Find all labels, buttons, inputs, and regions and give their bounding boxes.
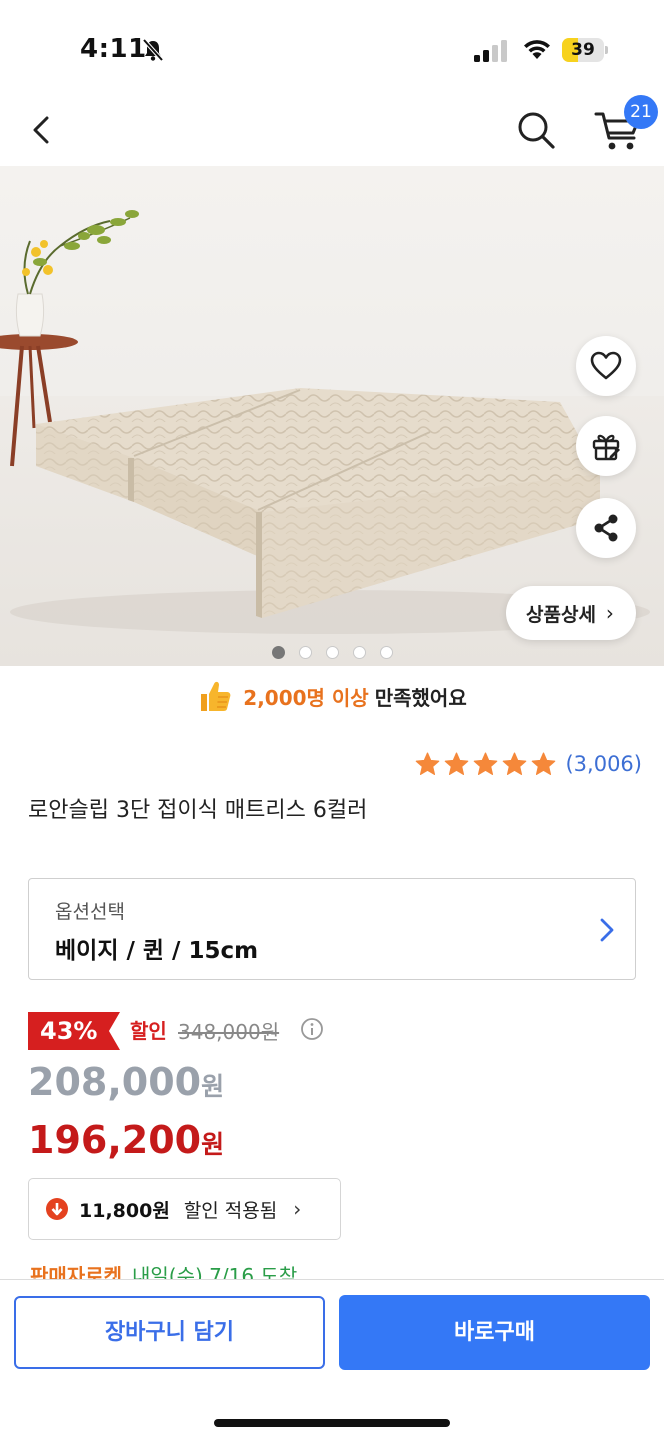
product-image-carousel[interactable]: 상품상세 › [0,166,664,666]
coupon-discount-button[interactable]: 11,800원 할인 적용됨 › [28,1178,341,1240]
option-label: 옵션선택 [55,901,125,923]
product-detail-label: 상품상세 [526,603,596,626]
status-bar: 4:11 39 [0,0,664,96]
satisfaction-count: 2,000명 이상 [243,685,369,710]
top-nav-bar [0,96,664,166]
chevron-right-icon: › [293,1197,302,1221]
battery-level: 39 [571,40,595,60]
wishlist-button[interactable] [576,336,636,396]
star-icon [503,751,527,775]
share-button[interactable] [576,498,636,558]
delivery-brand: 판매자로켓 [30,1266,122,1280]
bottom-action-bar: 장바구니 담기 바로구매 [0,1279,664,1440]
currency-unit: 원 [201,1072,225,1101]
carousel-dot[interactable] [326,646,339,659]
satisfaction-banner: 2,000명 이상 만족했어요 [0,672,664,720]
carousel-pagination [272,646,407,659]
currency-unit: 원 [201,1130,225,1159]
carousel-dot[interactable] [272,646,285,659]
wifi-icon [524,40,550,59]
cellular-signal-icon [474,40,507,62]
battery-indicator: 39 [562,38,608,62]
sale-price: 208,000원 [28,1060,224,1104]
delivery-info: 판매자로켓 내일(수) 7/16 도착 [30,1266,360,1280]
gift-icon [592,434,620,461]
heart-icon [590,351,622,380]
delivery-date: 내일(수) 7/16 도착 [132,1266,298,1280]
info-icon[interactable] [300,1017,324,1041]
product-detail-button[interactable]: 상품상세 › [506,586,636,640]
thumbs-up-icon [201,681,231,711]
buy-now-button[interactable]: 바로구매 [339,1295,650,1370]
star-icon [416,751,440,775]
star-icon [474,751,498,775]
clock: 4:11 [80,34,147,64]
add-to-cart-button[interactable]: 장바구니 담기 [14,1296,325,1369]
search-button[interactable] [512,106,560,154]
gift-button[interactable] [576,416,636,476]
review-count-link[interactable]: (3,006) [565,752,642,776]
coupon-amount: 11,800원 [79,1199,170,1222]
bell-off-icon [142,38,164,62]
search-icon [518,112,555,149]
carousel-dot[interactable] [353,646,366,659]
option-value: 베이지 / 퀸 / 15cm [55,938,259,964]
cart-count-badge: 21 [624,95,658,129]
carousel-dot[interactable] [380,646,393,659]
chevron-right-icon: › [605,601,614,625]
chevron-left-icon [33,116,49,144]
arrow-down-circle-icon [46,1198,68,1220]
star-icon [532,751,556,775]
final-price: 196,200원 [28,1118,224,1162]
final-price-value: 196,200 [28,1118,202,1162]
share-icon [594,514,618,542]
home-indicator[interactable] [214,1419,450,1427]
carousel-dot[interactable] [299,646,312,659]
product-rating[interactable]: (3,006) [414,748,642,780]
coupon-text: 할인 적용됨 [183,1199,278,1222]
discount-label: 할인 [130,1019,167,1043]
sale-price-value: 208,000 [28,1060,202,1104]
star-icon [445,751,469,775]
original-price: 348,000원 [178,1020,280,1044]
satisfaction-message: 만족했어요 [374,685,467,710]
rating-stars [414,751,559,778]
back-button[interactable] [20,108,64,152]
discount-rate-badge: 43% [28,1012,120,1050]
product-title: 로안슬립 3단 접이식 매트리스 6컬러 [28,798,368,823]
option-selector[interactable]: 옵션선택 베이지 / 퀸 / 15cm [28,878,636,980]
chevron-right-icon [600,918,614,942]
